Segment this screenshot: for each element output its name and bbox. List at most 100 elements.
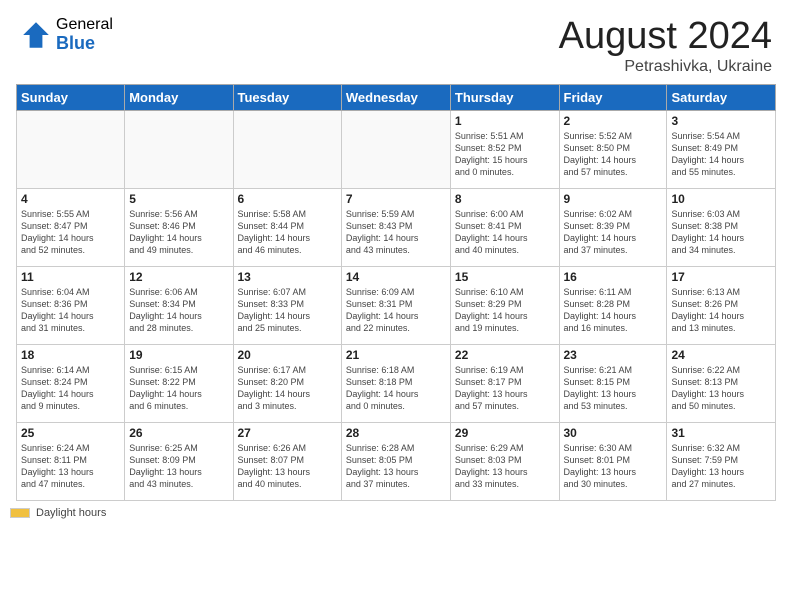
weekday-header-sunday: Sunday <box>17 84 125 110</box>
calendar-cell <box>233 110 341 188</box>
calendar-cell: 23 Sunrise: 6:21 AM Sunset: 8:15 PM Dayli… <box>559 344 667 422</box>
calendar-cell: 5 Sunrise: 5:56 AM Sunset: 8:46 PM Daylig… <box>125 188 233 266</box>
week-row-5: 25 Sunrise: 6:24 AM Sunset: 8:11 PM Dayli… <box>17 422 776 500</box>
day-number: 27 <box>238 426 337 440</box>
day-info: Sunrise: 6:28 AM Sunset: 8:05 PM Dayligh… <box>346 442 446 491</box>
weekday-header-wednesday: Wednesday <box>341 84 450 110</box>
day-info: Sunrise: 6:06 AM Sunset: 8:34 PM Dayligh… <box>129 286 228 335</box>
calendar-cell: 6 Sunrise: 5:58 AM Sunset: 8:44 PM Daylig… <box>233 188 341 266</box>
week-row-1: 1 Sunrise: 5:51 AM Sunset: 8:52 PM Daylig… <box>17 110 776 188</box>
calendar-cell: 12Sunrise: 6:06 AM Sunset: 8:34 PM Dayli… <box>125 266 233 344</box>
calendar-cell: 21Sunrise: 6:18 AM Sunset: 8:18 PM Dayli… <box>341 344 450 422</box>
day-number: 20 <box>238 348 337 362</box>
day-info: Sunrise: 5:52 AM Sunset: 8:50 PM Dayligh… <box>564 130 663 179</box>
day-info: Sunrise: 6:14 AM Sunset: 8:24 PM Dayligh… <box>21 364 120 413</box>
calendar-cell: 17 Sunrise: 6:13 AM Sunset: 8:26 PM Dayli… <box>667 266 776 344</box>
calendar-cell: 14Sunrise: 6:09 AM Sunset: 8:31 PM Dayli… <box>341 266 450 344</box>
day-info: Sunrise: 5:56 AM Sunset: 8:46 PM Dayligh… <box>129 208 228 257</box>
day-number: 22 <box>455 348 555 362</box>
day-number: 5 <box>129 192 228 206</box>
day-info: Sunrise: 6:19 AM Sunset: 8:17 PM Dayligh… <box>455 364 555 413</box>
month-year: August 2024 <box>559 16 772 58</box>
calendar-cell: 25 Sunrise: 6:24 AM Sunset: 8:11 PM Dayli… <box>17 422 125 500</box>
week-row-3: 11Sunrise: 6:04 AM Sunset: 8:36 PM Dayli… <box>17 266 776 344</box>
day-number: 31 <box>671 426 771 440</box>
logo-blue: Blue <box>56 34 113 54</box>
calendar-cell: 29 Sunrise: 6:29 AM Sunset: 8:03 PM Dayli… <box>450 422 559 500</box>
location: Petrashivka, Ukraine <box>559 58 772 76</box>
day-number: 1 <box>455 114 555 128</box>
day-number: 7 <box>346 192 446 206</box>
day-number: 24 <box>671 348 771 362</box>
calendar-cell: 20Sunrise: 6:17 AM Sunset: 8:20 PM Dayli… <box>233 344 341 422</box>
day-info: Sunrise: 6:22 AM Sunset: 8:13 PM Dayligh… <box>671 364 771 413</box>
calendar-cell: 26 Sunrise: 6:25 AM Sunset: 8:09 PM Dayli… <box>125 422 233 500</box>
day-number: 9 <box>564 192 663 206</box>
day-info: Sunrise: 6:10 AM Sunset: 8:29 PM Dayligh… <box>455 286 555 335</box>
weekday-header-thursday: Thursday <box>450 84 559 110</box>
day-number: 2 <box>564 114 663 128</box>
legend-bar <box>10 508 30 518</box>
day-number: 4 <box>21 192 120 206</box>
day-number: 6 <box>238 192 337 206</box>
day-number: 30 <box>564 426 663 440</box>
calendar-cell: 31 Sunrise: 6:32 AM Sunset: 7:59 PM Dayli… <box>667 422 776 500</box>
calendar-wrapper: SundayMondayTuesdayWednesdayThursdayFrid… <box>0 84 792 501</box>
day-info: Sunrise: 6:18 AM Sunset: 8:18 PM Dayligh… <box>346 364 446 413</box>
calendar-cell <box>125 110 233 188</box>
weekday-header-monday: Monday <box>125 84 233 110</box>
day-info: Sunrise: 6:30 AM Sunset: 8:01 PM Dayligh… <box>564 442 663 491</box>
legend: Daylight hours <box>0 501 792 525</box>
day-number: 17 <box>671 270 771 284</box>
day-info: Sunrise: 5:55 AM Sunset: 8:47 PM Dayligh… <box>21 208 120 257</box>
day-number: 18 <box>21 348 120 362</box>
day-number: 25 <box>21 426 120 440</box>
day-info: Sunrise: 6:32 AM Sunset: 7:59 PM Dayligh… <box>671 442 771 491</box>
day-number: 10 <box>671 192 771 206</box>
day-info: Sunrise: 5:51 AM Sunset: 8:52 PM Dayligh… <box>455 130 555 179</box>
logo-text: General Blue <box>56 16 113 53</box>
day-number: 15 <box>455 270 555 284</box>
calendar-cell: 11Sunrise: 6:04 AM Sunset: 8:36 PM Dayli… <box>17 266 125 344</box>
calendar-cell: 28Sunrise: 6:28 AM Sunset: 8:05 PM Dayli… <box>341 422 450 500</box>
calendar-cell: 8Sunrise: 6:00 AM Sunset: 8:41 PM Daylig… <box>450 188 559 266</box>
day-number: 26 <box>129 426 228 440</box>
day-number: 8 <box>455 192 555 206</box>
legend-label: Daylight hours <box>36 507 106 519</box>
calendar-cell: 27Sunrise: 6:26 AM Sunset: 8:07 PM Dayli… <box>233 422 341 500</box>
day-number: 29 <box>455 426 555 440</box>
logo-general: General <box>56 16 113 34</box>
day-number: 16 <box>564 270 663 284</box>
day-info: Sunrise: 6:04 AM Sunset: 8:36 PM Dayligh… <box>21 286 120 335</box>
calendar-cell: 3 Sunrise: 5:54 AM Sunset: 8:49 PM Daylig… <box>667 110 776 188</box>
calendar-cell: 22 Sunrise: 6:19 AM Sunset: 8:17 PM Dayli… <box>450 344 559 422</box>
day-info: Sunrise: 6:03 AM Sunset: 8:38 PM Dayligh… <box>671 208 771 257</box>
day-number: 13 <box>238 270 337 284</box>
day-info: Sunrise: 5:54 AM Sunset: 8:49 PM Dayligh… <box>671 130 771 179</box>
day-info: Sunrise: 6:13 AM Sunset: 8:26 PM Dayligh… <box>671 286 771 335</box>
day-info: Sunrise: 5:59 AM Sunset: 8:43 PM Dayligh… <box>346 208 446 257</box>
day-info: Sunrise: 6:24 AM Sunset: 8:11 PM Dayligh… <box>21 442 120 491</box>
calendar-cell: 9Sunrise: 6:02 AM Sunset: 8:39 PM Daylig… <box>559 188 667 266</box>
calendar-cell: 24 Sunrise: 6:22 AM Sunset: 8:13 PM Dayli… <box>667 344 776 422</box>
calendar-cell: 30 Sunrise: 6:30 AM Sunset: 8:01 PM Dayli… <box>559 422 667 500</box>
day-info: Sunrise: 5:58 AM Sunset: 8:44 PM Dayligh… <box>238 208 337 257</box>
calendar-cell: 4 Sunrise: 5:55 AM Sunset: 8:47 PM Daylig… <box>17 188 125 266</box>
title-block: August 2024 Petrashivka, Ukraine <box>559 16 772 76</box>
calendar-cell: 19Sunrise: 6:15 AM Sunset: 8:22 PM Dayli… <box>125 344 233 422</box>
day-number: 14 <box>346 270 446 284</box>
page-header: General Blue August 2024 Petrashivka, Uk… <box>0 0 792 84</box>
calendar-cell: 2 Sunrise: 5:52 AM Sunset: 8:50 PM Daylig… <box>559 110 667 188</box>
day-info: Sunrise: 6:21 AM Sunset: 8:15 PM Dayligh… <box>564 364 663 413</box>
calendar-cell <box>341 110 450 188</box>
day-number: 23 <box>564 348 663 362</box>
day-info: Sunrise: 6:11 AM Sunset: 8:28 PM Dayligh… <box>564 286 663 335</box>
day-number: 3 <box>671 114 771 128</box>
weekday-header-row: SundayMondayTuesdayWednesdayThursdayFrid… <box>17 84 776 110</box>
day-info: Sunrise: 6:25 AM Sunset: 8:09 PM Dayligh… <box>129 442 228 491</box>
calendar-cell <box>17 110 125 188</box>
calendar-cell: 10 Sunrise: 6:03 AM Sunset: 8:38 PM Dayli… <box>667 188 776 266</box>
weekday-header-friday: Friday <box>559 84 667 110</box>
calendar-cell: 16 Sunrise: 6:11 AM Sunset: 8:28 PM Dayli… <box>559 266 667 344</box>
day-info: Sunrise: 6:29 AM Sunset: 8:03 PM Dayligh… <box>455 442 555 491</box>
